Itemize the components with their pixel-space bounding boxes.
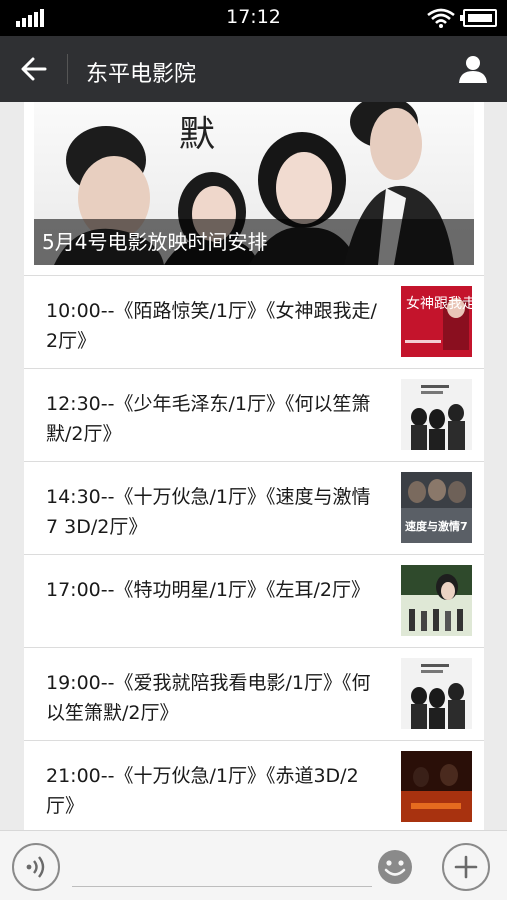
wifi-icon <box>427 8 455 28</box>
svg-text:默: 默 <box>179 114 215 155</box>
schedule-row[interactable]: 10:00--《陌路惊笑/1厅》《女神跟我走/2厅》 女神跟我走 <box>24 275 484 368</box>
schedule-row[interactable]: 17:00--《特功明星/1厅》《左耳/2厅》 <box>24 554 484 647</box>
page-title: 东平电影院 <box>86 62 197 87</box>
banner-caption: 5月4号电影放映时间安排 <box>34 219 474 265</box>
smiley-icon <box>378 850 412 884</box>
movie-poster-thumbnail <box>401 658 472 729</box>
banner-image[interactable]: 默 5月4号电影放映时间安排 <box>34 102 474 265</box>
schedule-text: 14:30--《十万伙急/1厅》《速度与激情7 3D/2厅》 <box>46 486 371 538</box>
message-input[interactable] <box>72 845 372 887</box>
movie-poster-thumbnail <box>401 379 472 450</box>
nav-bar: 东平电影院 <box>0 36 507 102</box>
profile-button[interactable] <box>451 48 495 90</box>
schedule-text: 12:30--《少年毛泽东/1厅》《何以笙箫默/2厅》 <box>46 393 371 445</box>
voice-icon <box>26 856 45 878</box>
poster-title: 速度与激情7 <box>405 519 468 533</box>
chat-input-bar <box>0 830 507 900</box>
schedule-row[interactable]: 12:30--《少年毛泽东/1厅》《何以笙箫默/2厅》 <box>24 368 484 461</box>
status-bar: 17:12 <box>0 0 507 36</box>
battery-icon <box>460 9 497 27</box>
poster-title: 女神跟我走 <box>406 295 472 312</box>
schedule-text: 21:00--《十万伙急/1厅》《赤道3D/2厅》 <box>46 765 359 817</box>
schedule-text: 17:00--《特功明星/1厅》《左耳/2厅》 <box>46 579 370 601</box>
movie-poster-thumbnail: 速度与激情7 <box>401 472 472 543</box>
nav-divider <box>67 54 68 84</box>
more-button[interactable] <box>442 843 490 891</box>
plus-icon <box>454 855 478 879</box>
schedule-text: 10:00--《陌路惊笑/1厅》《女神跟我走/2厅》 <box>46 300 377 352</box>
person-icon <box>459 56 487 83</box>
movie-poster-thumbnail <box>401 565 472 636</box>
emoji-button[interactable] <box>375 847 415 887</box>
schedule-row[interactable]: 19:00--《爱我就陪我看电影/1厅》《何以笙箫默/2厅》 <box>24 647 484 740</box>
article-content[interactable]: 默 5月4号电影放映时间安排 10:00--《陌路惊笑/1厅》《女神跟我走/2厅… <box>24 102 484 830</box>
voice-button[interactable] <box>12 843 60 891</box>
movie-poster-thumbnail <box>401 751 472 822</box>
schedule-row[interactable]: 21:00--《十万伙急/1厅》《赤道3D/2厅》 <box>24 740 484 830</box>
back-button[interactable] <box>12 48 56 90</box>
movie-poster-thumbnail: 女神跟我走 <box>401 286 472 357</box>
back-arrow-icon <box>21 57 47 81</box>
schedule-row[interactable]: 14:30--《十万伙急/1厅》《速度与激情7 3D/2厅》 速度与激情7 <box>24 461 484 554</box>
schedule-text: 19:00--《爱我就陪我看电影/1厅》《何以笙箫默/2厅》 <box>46 672 371 724</box>
